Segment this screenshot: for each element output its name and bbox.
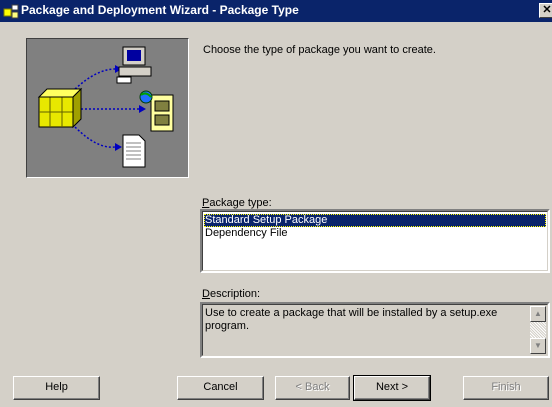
description-label: Description: (202, 288, 261, 300)
scroll-down-arrow-icon: ▼ (534, 341, 542, 350)
title-bar: Package and Deployment Wizard - Package … (0, 0, 552, 22)
package-type-label: Package type: (202, 197, 272, 209)
document-icon (122, 134, 146, 168)
package-box-icon (37, 87, 83, 129)
scroll-up-arrow-icon: ▲ (534, 309, 542, 318)
package-type-listbox[interactable]: Standard Setup Package Dependency File (200, 209, 550, 273)
scroll-up-button[interactable]: ▲ (530, 306, 546, 322)
finish-button[interactable]: Finish (463, 376, 549, 400)
window-title: Package and Deployment Wizard - Package … (21, 3, 299, 17)
scroll-down-button[interactable]: ▼ (530, 338, 546, 354)
next-button[interactable]: Next > (353, 375, 431, 401)
file-cabinet-icon (139, 90, 174, 132)
instruction-text: Choose the type of package you want to c… (203, 44, 436, 56)
list-item-dependency-file[interactable]: Dependency File (204, 227, 546, 240)
close-icon: ✕ (542, 4, 552, 16)
cancel-button[interactable]: Cancel (177, 376, 264, 400)
close-button[interactable]: ✕ (539, 3, 552, 18)
description-box: Use to create a package that will be ins… (200, 302, 550, 358)
back-button[interactable]: < Back (275, 376, 350, 400)
description-scrollbar[interactable]: ▲ ▼ (530, 306, 546, 354)
package-wizard-icon (3, 4, 19, 19)
computer-icon (116, 46, 152, 84)
wizard-illustration (26, 38, 189, 178)
list-item-standard-setup-package[interactable]: Standard Setup Package (204, 214, 546, 227)
help-button[interactable]: Help (13, 376, 100, 400)
description-text: Use to create a package that will be ins… (205, 307, 498, 332)
